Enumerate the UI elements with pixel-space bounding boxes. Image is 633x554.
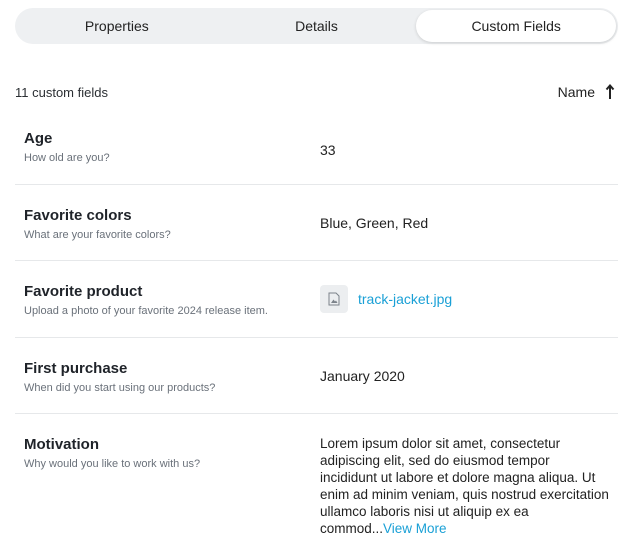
field-name: Favorite colors	[24, 207, 132, 224]
field-value: 33	[320, 142, 336, 158]
arrow-up-icon	[605, 84, 615, 100]
field-row-age: Age How old are you? 33	[15, 110, 618, 185]
field-value: Blue, Green, Red	[320, 214, 429, 231]
field-description: Upload a photo of your favorite 2024 rel…	[24, 305, 268, 317]
fields-summary: 11 custom fields Name	[15, 82, 615, 102]
tab-bar: Properties Details Custom Fields	[15, 8, 618, 44]
sort-by-name-button[interactable]: Name	[558, 84, 615, 100]
field-name: Favorite product	[24, 283, 143, 300]
field-row-favorite-colors: Favorite colors What are your favorite c…	[15, 185, 618, 261]
field-name: First purchase	[24, 360, 128, 377]
file-attachment[interactable]: track-jacket.jpg	[320, 285, 452, 313]
custom-field-count: 11 custom fields	[15, 84, 108, 100]
field-value: January 2020	[320, 367, 405, 384]
field-row-motivation: Motivation Why would you like to work wi…	[15, 414, 618, 552]
view-more-link[interactable]: View More	[383, 521, 447, 536]
field-row-favorite-product: Favorite product Upload a photo of your …	[15, 261, 618, 338]
field-description: How old are you?	[24, 152, 110, 164]
image-file-icon	[320, 285, 348, 313]
field-description: What are your favorite colors?	[24, 229, 171, 241]
field-description: When did you start using our products?	[24, 382, 216, 394]
tab-details[interactable]: Details	[217, 10, 417, 42]
tab-custom-fields[interactable]: Custom Fields	[416, 10, 617, 42]
sort-label: Name	[557, 84, 595, 100]
tab-properties[interactable]: Properties	[17, 10, 217, 42]
field-description: Why would you like to work with us?	[24, 458, 201, 470]
field-value: Lorem ipsum dolor sit amet, consectetur …	[320, 436, 609, 536]
file-link[interactable]: track-jacket.jpg	[358, 291, 452, 307]
field-name: Motivation	[24, 436, 99, 453]
field-row-first-purchase: First purchase When did you start using …	[15, 338, 618, 414]
field-name: Age	[24, 130, 53, 147]
field-long-value: Lorem ipsum dolor sit amet, consectetur …	[320, 435, 610, 537]
custom-fields-list: Age How old are you? 33 Favorite colors …	[15, 110, 618, 552]
